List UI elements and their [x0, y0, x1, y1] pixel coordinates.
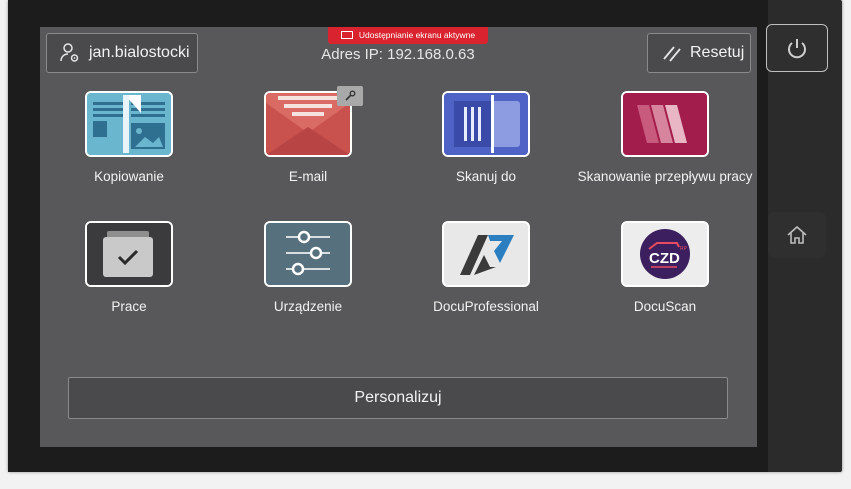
docuscan-logo: CZD RP — [621, 221, 709, 287]
app-label: E-mail — [288, 169, 328, 184]
jobs-icon — [85, 221, 173, 287]
app-label: Kopiowanie — [94, 169, 164, 184]
app-urzadzenie[interactable]: Urządzenie — [219, 221, 397, 314]
home-icon — [787, 225, 807, 244]
svg-text:CZD: CZD — [649, 250, 680, 267]
app-label: Prace — [111, 299, 147, 314]
app-email[interactable]: E-mail — [219, 91, 397, 184]
scan-icon — [442, 91, 530, 157]
banner-text: Udostępnianie ekranu aktywne — [358, 30, 476, 40]
device-settings-icon — [264, 221, 352, 287]
home-button[interactable] — [768, 212, 826, 258]
touch-screen: Udostępnianie ekranu aktywne Adres IP: 1… — [40, 27, 757, 447]
user-settings-icon — [60, 43, 79, 62]
app-docuprofessional[interactable]: DocuProfessional — [397, 221, 575, 314]
reset-button[interactable]: Resetuj — [647, 33, 751, 73]
docuprofessional-logo — [442, 221, 530, 287]
app-label: DocuProfessional — [433, 299, 539, 314]
power-icon — [788, 39, 806, 59]
app-prace[interactable]: Prace — [40, 221, 218, 314]
reset-slash-icon — [663, 46, 681, 62]
printer-panel: Udostępnianie ekranu aktywne Adres IP: 1… — [8, 0, 842, 472]
svg-text:RP: RP — [680, 246, 688, 252]
copy-icon — [85, 91, 173, 157]
app-label: Skanowanie przepływu pracy — [577, 169, 753, 184]
app-kopiowanie[interactable]: Kopiowanie — [40, 91, 218, 184]
app-docuscan[interactable]: CZD RP DocuScan — [576, 221, 754, 314]
app-label: Urządzenie — [273, 299, 343, 314]
wrench-icon — [345, 90, 356, 101]
app-label: DocuScan — [633, 299, 697, 314]
user-name: jan.bialostocki — [89, 44, 190, 61]
ip-address: Adres IP: 192.168.0.63 — [321, 46, 475, 63]
personalize-button[interactable]: Personalizuj — [68, 377, 728, 419]
reset-label: Resetuj — [690, 44, 745, 61]
user-button[interactable]: jan.bialostocki — [46, 33, 198, 73]
app-label: Skanuj do — [455, 169, 517, 184]
power-button[interactable] — [766, 24, 828, 72]
app-skanuj-do[interactable]: Skanuj do — [397, 91, 575, 184]
workflow-scan-icon — [621, 91, 709, 157]
screen-sharing-banner: Udostępnianie ekranu aktywne — [328, 27, 488, 44]
email-edit-badge — [337, 86, 363, 106]
app-skanowanie-przeplywu-pracy[interactable]: Skanowanie przepływu pracy — [576, 91, 754, 184]
screen-share-icon — [340, 30, 353, 39]
